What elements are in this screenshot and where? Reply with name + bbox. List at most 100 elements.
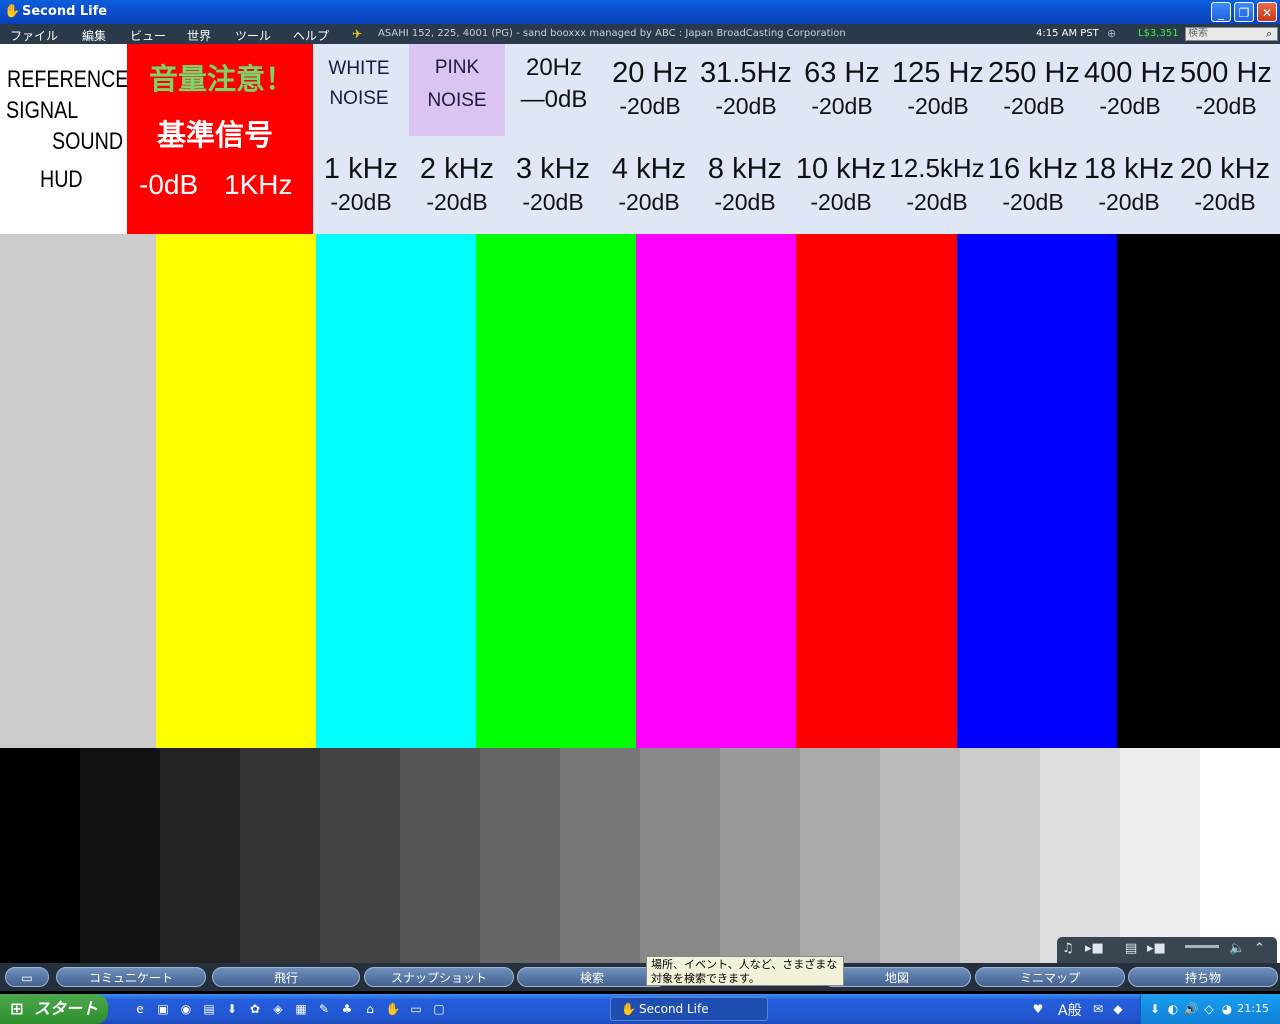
quicklaunch-icon[interactable]: ▣ (155, 1001, 171, 1017)
ime-indicator[interactable]: A般 (1058, 1000, 1082, 1020)
tone-500hz-button[interactable]: 500 Hz -20dB (1178, 57, 1274, 120)
download-icon[interactable]: ⬇ (224, 1001, 240, 1017)
volume-icon[interactable]: 🔊 (1183, 1001, 1199, 1017)
tone-250hz-button[interactable]: 250 Hz -20dB (986, 57, 1082, 120)
gray-step (1120, 748, 1200, 963)
tone-12-5khz-button[interactable]: 12.5kHz -20dB (889, 153, 985, 216)
quicklaunch-icon[interactable]: ◈ (270, 1001, 286, 1017)
tone-1khz-button[interactable]: 1 kHz -20dB (313, 153, 409, 216)
tone-20hz-0db-button[interactable]: 20Hz —0dB (506, 54, 602, 114)
hud-title-panel: REFERENCE SIGNAL SOUND HUD (0, 44, 128, 234)
tray-icon[interactable]: ◐ (1165, 1001, 1181, 1017)
tone-freq: 2 kHz (419, 153, 495, 185)
tone-18khz-button[interactable]: 18 kHz -20dB (1081, 153, 1177, 216)
tone-31-5hz-button[interactable]: 31.5Hz -20dB (698, 57, 794, 120)
title-bar: ✋ Second Life _ ❐ ✕ (0, 0, 1280, 24)
system-tray: ⬇ ◐ 🔊 ◇ ◕ 21:15 (1140, 994, 1280, 1024)
reference-tone-button[interactable]: 音量注意！ 基準信号 -0dB 1KHz (127, 44, 313, 234)
buy-currency-icon[interactable]: ⊕ (1107, 27, 1116, 40)
tone-2khz-button[interactable]: 2 kHz -20dB (409, 153, 505, 216)
restore-button[interactable]: ❐ (1234, 2, 1254, 22)
color-bar (476, 234, 636, 748)
second-life-hand-icon: ✋ (4, 4, 21, 19)
tone-level: -20dB (1194, 189, 1256, 215)
snapshot-button[interactable]: スナップショット (364, 967, 514, 987)
tone-20hz-button[interactable]: 20 Hz -20dB (602, 57, 698, 120)
tone-freq: 1 kHz (323, 153, 399, 185)
white-noise-button[interactable]: WHITE NOISE (313, 58, 405, 110)
start-button[interactable]: ⊞ スタート (0, 994, 108, 1024)
pink-noise-label: PINK NOISE (409, 57, 505, 112)
tray-icon[interactable]: ♥ (1030, 1001, 1046, 1017)
gray-step (640, 748, 720, 963)
quicklaunch-icon[interactable]: ▢ (431, 1001, 447, 1017)
music-icon[interactable]: ♫ (1062, 941, 1074, 956)
menu-tools[interactable]: ツール (235, 27, 271, 44)
show-desktop-icon[interactable]: ▭ (408, 1001, 424, 1017)
tone-10khz-button[interactable]: 10 kHz -20dB (793, 153, 889, 216)
linden-balance[interactable]: L$3,351 (1138, 28, 1179, 39)
hud-title-line-3: SOUND (52, 128, 124, 155)
tray-icon[interactable]: ◕ (1219, 1001, 1235, 1017)
quicklaunch-icon[interactable]: ⌂ (362, 1001, 378, 1017)
ie-icon[interactable]: e (132, 1001, 148, 1017)
tone-4khz-button[interactable]: 4 kHz -20dB (601, 153, 697, 216)
menu-world[interactable]: 世界 (187, 27, 211, 44)
ime-tool-icon[interactable]: ✉ (1090, 1001, 1106, 1017)
fly-button[interactable]: 飛行 (212, 967, 360, 987)
communicate-button[interactable]: コミュニケート (56, 967, 206, 987)
tone-freq: 18 kHz (1083, 153, 1175, 185)
map-button[interactable]: 地図 (823, 967, 971, 987)
tone-level: -20dB (810, 189, 872, 215)
music-play-icon[interactable]: ▸■ (1085, 941, 1104, 956)
expand-up-icon[interactable]: ⌃ (1254, 941, 1265, 956)
search-input[interactable]: 検索 (1185, 27, 1278, 41)
quicklaunch-icon[interactable]: ♣ (339, 1001, 355, 1017)
tone-125hz-button[interactable]: 125 Hz -20dB (890, 57, 986, 120)
media-play-icon[interactable]: ▸■ (1147, 941, 1166, 956)
second-life-quicklaunch-icon[interactable]: ✋ (385, 1001, 401, 1017)
tray-icon[interactable]: ◇ (1201, 1001, 1217, 1017)
tone-8khz-button[interactable]: 8 kHz -20dB (697, 153, 793, 216)
color-bar (316, 234, 476, 748)
tone-freq: 20 Hz (612, 57, 688, 89)
tone-63hz-button[interactable]: 63 Hz -20dB (794, 57, 890, 120)
sl-toolbar: ▭ コミュニケート 飛行 スナップショット 検索 地図 ミニマップ 持ち物 (0, 963, 1280, 991)
location-info[interactable]: ASAHI 152, 225, 4001 (PG) - sand booxxx … (378, 28, 846, 39)
minimize-button[interactable]: _ (1211, 2, 1231, 22)
tone-3khz-button[interactable]: 3 kHz -20dB (505, 153, 601, 216)
tone-freq: 250 Hz (988, 57, 1080, 89)
white-noise-line-1: WHITE (328, 58, 390, 79)
quicklaunch-icon[interactable]: ✎ (316, 1001, 332, 1017)
quicklaunch-icon[interactable]: ◉ (178, 1001, 194, 1017)
tray-icon[interactable]: ⬇ (1147, 1001, 1163, 1017)
menu-view[interactable]: ビュー (130, 27, 166, 44)
menu-edit[interactable]: 編集 (82, 27, 106, 44)
quicklaunch-icon[interactable]: ✿ (247, 1001, 263, 1017)
media-icon[interactable]: ▤ (1125, 941, 1137, 956)
search-icon[interactable]: ⌕ (1266, 27, 1272, 41)
gray-step (240, 748, 320, 963)
color-bar (156, 234, 316, 748)
tone-20khz-button[interactable]: 20 kHz -20dB (1177, 153, 1273, 216)
color-bar (957, 234, 1117, 748)
quicklaunch-icon[interactable]: ▦ (293, 1001, 309, 1017)
inventory-button[interactable]: 持ち物 (1128, 967, 1278, 987)
tone-level: -20dB (1098, 189, 1160, 215)
reference-frequency: 1KHz (224, 169, 293, 200)
tone-400hz-button[interactable]: 400 Hz -20dB (1082, 57, 1178, 120)
taskbar-item-second-life[interactable]: ✋ Second Life (610, 997, 768, 1021)
minimap-button[interactable]: ミニマップ (975, 967, 1125, 987)
volume-slider[interactable] (1185, 945, 1219, 948)
menu-file[interactable]: ファイル (10, 27, 58, 44)
ime-tool-icon[interactable]: ◆ (1110, 1001, 1126, 1017)
search-button[interactable]: 検索 (517, 967, 667, 987)
tone-level: -20dB (906, 189, 968, 215)
quicklaunch-icon[interactable]: ▤ (201, 1001, 217, 1017)
mute-icon[interactable]: 🔈 (1229, 941, 1245, 956)
chat-button[interactable]: ▭ (5, 967, 49, 987)
menu-help[interactable]: ヘルプ (293, 27, 329, 44)
hud-title-line-2: SIGNAL (6, 97, 79, 124)
close-button[interactable]: ✕ (1257, 2, 1277, 22)
tone-16khz-button[interactable]: 16 kHz -20dB (985, 153, 1081, 216)
